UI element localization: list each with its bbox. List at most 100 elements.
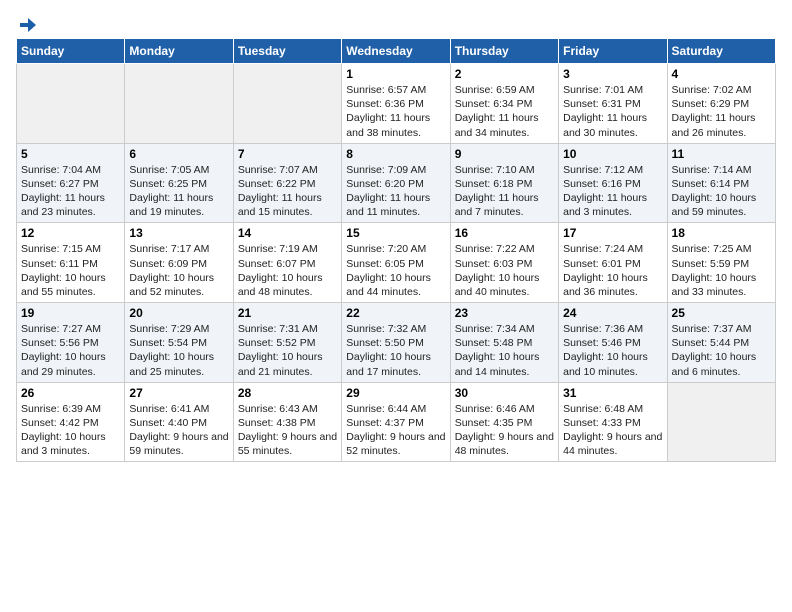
day-number: 9	[455, 147, 554, 161]
logo-icon	[18, 16, 36, 34]
cell-details: Sunrise: 7:15 AM Sunset: 6:11 PM Dayligh…	[21, 242, 120, 299]
cell-details: Sunrise: 6:46 AM Sunset: 4:35 PM Dayligh…	[455, 402, 554, 459]
calendar-cell: 1 Sunrise: 6:57 AM Sunset: 6:36 PM Daylig…	[342, 64, 450, 144]
cell-details: Sunrise: 7:12 AM Sunset: 6:16 PM Dayligh…	[563, 163, 662, 220]
day-number: 16	[455, 226, 554, 240]
calendar-cell: 13 Sunrise: 7:17 AM Sunset: 6:09 PM Dayli…	[125, 223, 233, 303]
calendar-cell: 27 Sunrise: 6:41 AM Sunset: 4:40 PM Dayli…	[125, 382, 233, 462]
cell-details: Sunrise: 7:22 AM Sunset: 6:03 PM Dayligh…	[455, 242, 554, 299]
day-number: 29	[346, 386, 445, 400]
calendar-cell: 14 Sunrise: 7:19 AM Sunset: 6:07 PM Dayli…	[233, 223, 341, 303]
week-row-4: 19 Sunrise: 7:27 AM Sunset: 5:56 PM Dayli…	[17, 303, 776, 383]
header-tuesday: Tuesday	[233, 39, 341, 64]
cell-details: Sunrise: 7:32 AM Sunset: 5:50 PM Dayligh…	[346, 322, 445, 379]
cell-details: Sunrise: 6:57 AM Sunset: 6:36 PM Dayligh…	[346, 83, 445, 140]
day-number: 21	[238, 306, 337, 320]
day-number: 22	[346, 306, 445, 320]
calendar-table: SundayMondayTuesdayWednesdayThursdayFrid…	[16, 38, 776, 462]
day-number: 3	[563, 67, 662, 81]
cell-details: Sunrise: 7:29 AM Sunset: 5:54 PM Dayligh…	[129, 322, 228, 379]
header-thursday: Thursday	[450, 39, 558, 64]
day-number: 20	[129, 306, 228, 320]
calendar-cell	[125, 64, 233, 144]
cell-details: Sunrise: 7:36 AM Sunset: 5:46 PM Dayligh…	[563, 322, 662, 379]
day-number: 1	[346, 67, 445, 81]
day-number: 15	[346, 226, 445, 240]
header-monday: Monday	[125, 39, 233, 64]
header-sunday: Sunday	[17, 39, 125, 64]
day-number: 6	[129, 147, 228, 161]
week-row-2: 5Sunrise: 7:04 AM Sunset: 6:27 PM Daylig…	[17, 143, 776, 223]
cell-details: Sunrise: 7:19 AM Sunset: 6:07 PM Dayligh…	[238, 242, 337, 299]
cell-details: Sunrise: 7:14 AM Sunset: 6:14 PM Dayligh…	[672, 163, 771, 220]
calendar-cell: 31 Sunrise: 6:48 AM Sunset: 4:33 PM Dayli…	[559, 382, 667, 462]
day-number: 28	[238, 386, 337, 400]
cell-details: Sunrise: 6:43 AM Sunset: 4:38 PM Dayligh…	[238, 402, 337, 459]
calendar-cell: 28 Sunrise: 6:43 AM Sunset: 4:38 PM Dayli…	[233, 382, 341, 462]
day-number: 2	[455, 67, 554, 81]
calendar-cell: 8 Sunrise: 7:09 AM Sunset: 6:20 PM Daylig…	[342, 143, 450, 223]
calendar-cell: 30 Sunrise: 6:46 AM Sunset: 4:35 PM Dayli…	[450, 382, 558, 462]
header-saturday: Saturday	[667, 39, 775, 64]
day-number: 31	[563, 386, 662, 400]
header-friday: Friday	[559, 39, 667, 64]
cell-details: Sunrise: 7:01 AM Sunset: 6:31 PM Dayligh…	[563, 83, 662, 140]
calendar-cell	[17, 64, 125, 144]
day-number: 23	[455, 306, 554, 320]
cell-details: Sunrise: 6:41 AM Sunset: 4:40 PM Dayligh…	[129, 402, 228, 459]
calendar-cell	[667, 382, 775, 462]
calendar-cell: 4 Sunrise: 7:02 AM Sunset: 6:29 PM Daylig…	[667, 64, 775, 144]
day-number: 4	[672, 67, 771, 81]
cell-details: Sunrise: 6:48 AM Sunset: 4:33 PM Dayligh…	[563, 402, 662, 459]
calendar-cell: 9 Sunrise: 7:10 AM Sunset: 6:18 PM Daylig…	[450, 143, 558, 223]
cell-details: Sunrise: 7:24 AM Sunset: 6:01 PM Dayligh…	[563, 242, 662, 299]
calendar-cell	[233, 64, 341, 144]
calendar-cell: 12Sunrise: 7:15 AM Sunset: 6:11 PM Dayli…	[17, 223, 125, 303]
calendar-cell: 25Sunrise: 7:37 AM Sunset: 5:44 PM Dayli…	[667, 303, 775, 383]
cell-details: Sunrise: 7:27 AM Sunset: 5:56 PM Dayligh…	[21, 322, 120, 379]
cell-details: Sunrise: 7:09 AM Sunset: 6:20 PM Dayligh…	[346, 163, 445, 220]
cell-details: Sunrise: 7:25 AM Sunset: 5:59 PM Dayligh…	[672, 242, 771, 299]
day-number: 24	[563, 306, 662, 320]
day-number: 17	[563, 226, 662, 240]
day-number: 11	[672, 147, 771, 161]
calendar-cell: 10 Sunrise: 7:12 AM Sunset: 6:16 PM Dayli…	[559, 143, 667, 223]
week-row-1: 1 Sunrise: 6:57 AM Sunset: 6:36 PM Daylig…	[17, 64, 776, 144]
day-number: 14	[238, 226, 337, 240]
day-number: 19	[21, 306, 120, 320]
day-number: 13	[129, 226, 228, 240]
page-header	[16, 16, 776, 30]
day-number: 7	[238, 147, 337, 161]
calendar-cell: 26Sunrise: 6:39 AM Sunset: 4:42 PM Dayli…	[17, 382, 125, 462]
calendar-cell: 19 Sunrise: 7:27 AM Sunset: 5:56 PM Dayli…	[17, 303, 125, 383]
day-number: 18	[672, 226, 771, 240]
calendar-cell: 23Sunrise: 7:34 AM Sunset: 5:48 PM Dayli…	[450, 303, 558, 383]
calendar-cell: 2Sunrise: 6:59 AM Sunset: 6:34 PM Daylig…	[450, 64, 558, 144]
cell-details: Sunrise: 7:02 AM Sunset: 6:29 PM Dayligh…	[672, 83, 771, 140]
header-wednesday: Wednesday	[342, 39, 450, 64]
calendar-cell: 20 Sunrise: 7:29 AM Sunset: 5:54 PM Dayli…	[125, 303, 233, 383]
cell-details: Sunrise: 7:17 AM Sunset: 6:09 PM Dayligh…	[129, 242, 228, 299]
calendar-cell: 17 Sunrise: 7:24 AM Sunset: 6:01 PM Dayli…	[559, 223, 667, 303]
day-number: 30	[455, 386, 554, 400]
week-row-5: 26Sunrise: 6:39 AM Sunset: 4:42 PM Dayli…	[17, 382, 776, 462]
cell-details: Sunrise: 7:10 AM Sunset: 6:18 PM Dayligh…	[455, 163, 554, 220]
calendar-cell: 3 Sunrise: 7:01 AM Sunset: 6:31 PM Daylig…	[559, 64, 667, 144]
calendar-header-row: SundayMondayTuesdayWednesdayThursdayFrid…	[17, 39, 776, 64]
cell-details: Sunrise: 6:44 AM Sunset: 4:37 PM Dayligh…	[346, 402, 445, 459]
logo	[16, 16, 36, 30]
calendar-cell: 24 Sunrise: 7:36 AM Sunset: 5:46 PM Dayli…	[559, 303, 667, 383]
week-row-3: 12Sunrise: 7:15 AM Sunset: 6:11 PM Dayli…	[17, 223, 776, 303]
calendar-cell: 16 Sunrise: 7:22 AM Sunset: 6:03 PM Dayli…	[450, 223, 558, 303]
day-number: 27	[129, 386, 228, 400]
day-number: 26	[21, 386, 120, 400]
cell-details: Sunrise: 7:05 AM Sunset: 6:25 PM Dayligh…	[129, 163, 228, 220]
cell-details: Sunrise: 7:07 AM Sunset: 6:22 PM Dayligh…	[238, 163, 337, 220]
day-number: 10	[563, 147, 662, 161]
calendar-cell: 22 Sunrise: 7:32 AM Sunset: 5:50 PM Dayli…	[342, 303, 450, 383]
calendar-cell: 18 Sunrise: 7:25 AM Sunset: 5:59 PM Dayli…	[667, 223, 775, 303]
calendar-cell: 29 Sunrise: 6:44 AM Sunset: 4:37 PM Dayli…	[342, 382, 450, 462]
day-number: 8	[346, 147, 445, 161]
calendar-cell: 21Sunrise: 7:31 AM Sunset: 5:52 PM Dayli…	[233, 303, 341, 383]
calendar-cell: 5Sunrise: 7:04 AM Sunset: 6:27 PM Daylig…	[17, 143, 125, 223]
